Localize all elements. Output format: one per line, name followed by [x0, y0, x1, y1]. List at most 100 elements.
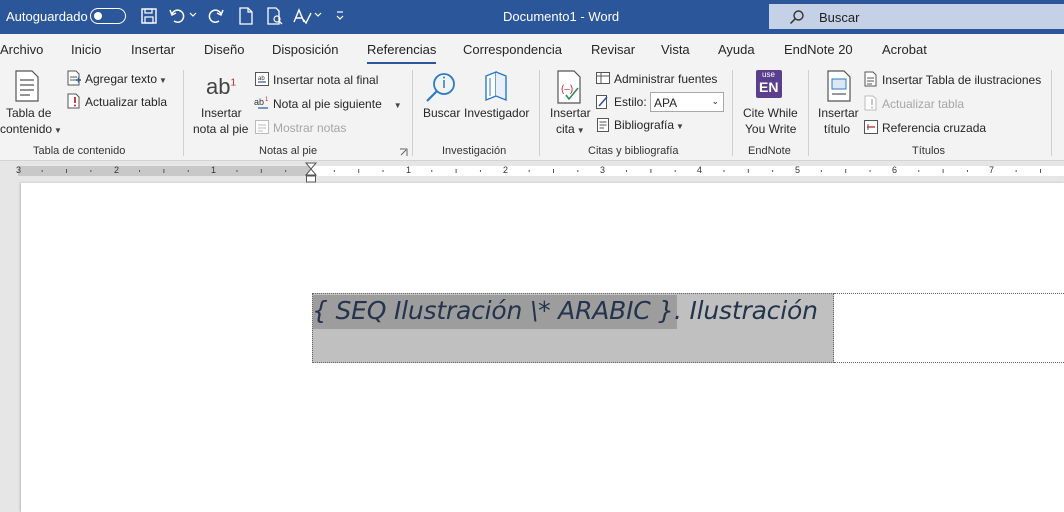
indent-marker-icon[interactable]	[305, 162, 317, 184]
update-toc-button[interactable]: Actualizar tabla	[85, 95, 167, 109]
redo-icon[interactable]	[207, 7, 225, 25]
table-of-figures-icon	[864, 71, 877, 87]
tab-archivo[interactable]: Archivo	[0, 42, 43, 57]
next-footnote-button[interactable]: Nota al pie siguiente ▼	[273, 97, 402, 111]
citation-style-select[interactable]: APA ⌄	[650, 92, 724, 112]
toc-button-line1[interactable]: Tabla de	[6, 106, 51, 120]
new-document-icon[interactable]	[238, 7, 254, 25]
insert-footnote-line2[interactable]: nota al pie	[193, 122, 248, 136]
insert-endnote-icon: ab	[255, 72, 269, 86]
tab-acrobat[interactable]: Acrobat	[882, 42, 927, 57]
group-label-citations: Citas y bibliografía	[588, 145, 679, 157]
undo-icon[interactable]	[168, 7, 186, 25]
add-text-button[interactable]: Agregar texto ▼	[85, 72, 167, 86]
tab-referencias[interactable]: Referencias	[367, 42, 437, 64]
horizontal-ruler[interactable]: 3 2 1 1 2 3 4 5 6 7	[0, 162, 1064, 183]
bibliography-button[interactable]: Bibliografía ▼	[614, 118, 684, 132]
insert-caption-line2[interactable]: título	[824, 122, 850, 136]
caption-field-line[interactable]: { SEQ Ilustración \* ARABIC }. Ilustraci…	[312, 296, 818, 325]
save-icon[interactable]	[140, 7, 158, 25]
update-table-icon	[67, 93, 80, 109]
show-notes-icon	[255, 120, 269, 134]
style-icon	[596, 95, 608, 109]
spelling-check-icon[interactable]	[292, 7, 312, 25]
researcher-button[interactable]: Investigador	[464, 106, 529, 120]
document-title: Documento1 - Word	[503, 9, 619, 24]
endnote-logo-top: use	[762, 70, 775, 79]
search-box[interactable]: Buscar	[769, 4, 1064, 29]
chevron-down-icon: ⌄	[711, 96, 719, 106]
insert-citation-line2[interactable]: cita ▼	[556, 122, 585, 136]
tab-ayuda[interactable]: Ayuda	[718, 42, 755, 57]
endnote-logo-main: EN	[759, 79, 779, 95]
table-of-contents-icon	[15, 70, 39, 102]
update-table-figures-button[interactable]: Actualizar tabla	[882, 97, 964, 111]
svg-text:ab: ab	[258, 76, 265, 82]
group-separator	[732, 70, 733, 156]
ruler-label: 6	[892, 165, 898, 175]
add-text-icon	[67, 70, 81, 86]
group-separator	[1051, 70, 1052, 156]
manage-sources-button[interactable]: Administrar fuentes	[614, 72, 717, 86]
search-icon	[426, 73, 455, 102]
tab-insertar[interactable]: Insertar	[131, 42, 175, 57]
app-name: Word	[588, 9, 620, 24]
tab-inicio[interactable]: Inicio	[71, 42, 101, 57]
undo-dropdown-icon[interactable]	[189, 12, 197, 18]
endnote-logo-icon: use EN	[756, 70, 782, 98]
update-table-icon	[864, 95, 877, 111]
toc-button-line2[interactable]: contenido ▼	[0, 122, 62, 136]
search-icon	[789, 10, 804, 25]
insert-citation-icon: (–)	[557, 70, 581, 104]
tab-revisar[interactable]: Revisar	[591, 42, 635, 57]
spelling-dropdown-icon[interactable]	[314, 12, 322, 18]
dialog-launcher-icon[interactable]	[399, 148, 408, 157]
field-code-text[interactable]: { SEQ Ilustración \* ARABIC }	[312, 296, 674, 325]
document-name: Documento1	[503, 9, 577, 24]
tab-vista[interactable]: Vista	[661, 42, 690, 57]
left-ruler-area	[0, 180, 20, 512]
research-search-button[interactable]: Buscar	[423, 106, 460, 120]
ruler-label: 3	[600, 165, 606, 175]
ruler-label: 2	[114, 165, 120, 175]
insert-citation-line1[interactable]: Insertar	[550, 106, 591, 120]
insert-endnote-button[interactable]: Insertar nota al final	[273, 73, 378, 87]
group-separator	[412, 70, 413, 156]
svg-text:(–): (–)	[561, 84, 573, 95]
svg-text:ab: ab	[254, 97, 264, 107]
customize-toolbar-icon[interactable]	[335, 11, 345, 21]
autosave-label: Autoguardado	[6, 9, 88, 24]
ribbon-tabs: Archivo Inicio Insertar Diseño Disposici…	[0, 34, 1064, 64]
ruler-label: 3	[16, 165, 22, 175]
cross-reference-button[interactable]: Referencia cruzada	[882, 121, 986, 135]
insert-footnote-line1[interactable]: Insertar	[201, 106, 242, 120]
insert-caption-line1[interactable]: Insertar	[818, 106, 859, 120]
chevron-down-icon: ▼	[159, 76, 167, 85]
title-bar: Autoguardado Documento1 - Word Buscar	[0, 0, 1064, 34]
ruler-ticks	[41, 169, 1041, 173]
tab-disposicion[interactable]: Disposición	[272, 42, 338, 57]
cite-while-you-write-line2[interactable]: You Write	[745, 122, 796, 136]
autosave-toggle[interactable]	[90, 8, 126, 24]
tab-diseno[interactable]: Diseño	[204, 42, 244, 57]
citation-style-value: APA	[654, 96, 678, 110]
group-label-footnotes: Notas al pie	[259, 145, 318, 157]
bibliography-icon	[597, 118, 609, 132]
insert-caption-icon	[827, 70, 851, 102]
show-notes-button[interactable]: Mostrar notas	[273, 121, 346, 135]
title-separator: -	[580, 9, 585, 24]
caption-label-text[interactable]: . Ilustración	[674, 296, 818, 325]
group-label-toc: Tabla de contenido	[33, 145, 126, 157]
group-separator	[183, 70, 184, 156]
insert-table-of-figures-button[interactable]: Insertar Tabla de ilustraciones	[882, 73, 1041, 87]
researcher-icon	[485, 70, 507, 102]
chevron-down-icon: ▼	[393, 101, 402, 110]
tab-correspondencia[interactable]: Correspondencia	[463, 42, 562, 57]
search-label: Buscar	[819, 10, 860, 25]
cite-while-you-write-line1[interactable]: Cite While	[743, 106, 798, 120]
group-separator	[808, 70, 809, 156]
chevron-down-icon: ▼	[576, 126, 585, 135]
ruler-label: 5	[795, 165, 801, 175]
tab-endnote[interactable]: EndNote 20	[784, 42, 853, 57]
print-preview-icon[interactable]	[266, 7, 284, 25]
